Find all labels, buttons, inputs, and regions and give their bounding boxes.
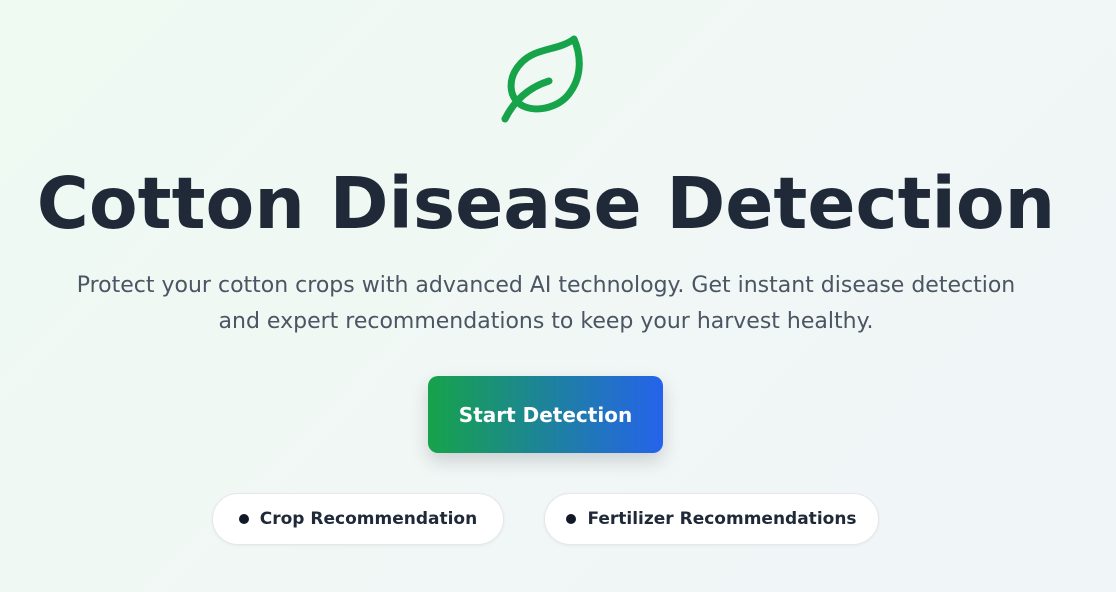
page-title: Cotton Disease Detection [36, 162, 1056, 245]
fertilizer-recommendations-link[interactable]: Fertilizer Recommendations [544, 493, 879, 545]
hero-subtitle: Protect your cotton crops with advanced … [76, 273, 1016, 334]
leaf-icon [501, 35, 583, 123]
start-detection-button[interactable]: Start Detection [428, 376, 663, 453]
fertilizer-recommendations-label: Fertilizer Recommendations [587, 509, 857, 529]
bullet-icon [238, 514, 249, 524]
start-detection-label: Start Detection [458, 402, 633, 427]
bullet-icon [566, 514, 577, 524]
hero-section: Cotton Disease Detection Protect your co… [0, 0, 1116, 592]
crop-recommendation-label: Crop Recommendation [259, 509, 478, 529]
crop-recommendation-link[interactable]: Crop Recommendation [212, 493, 504, 545]
